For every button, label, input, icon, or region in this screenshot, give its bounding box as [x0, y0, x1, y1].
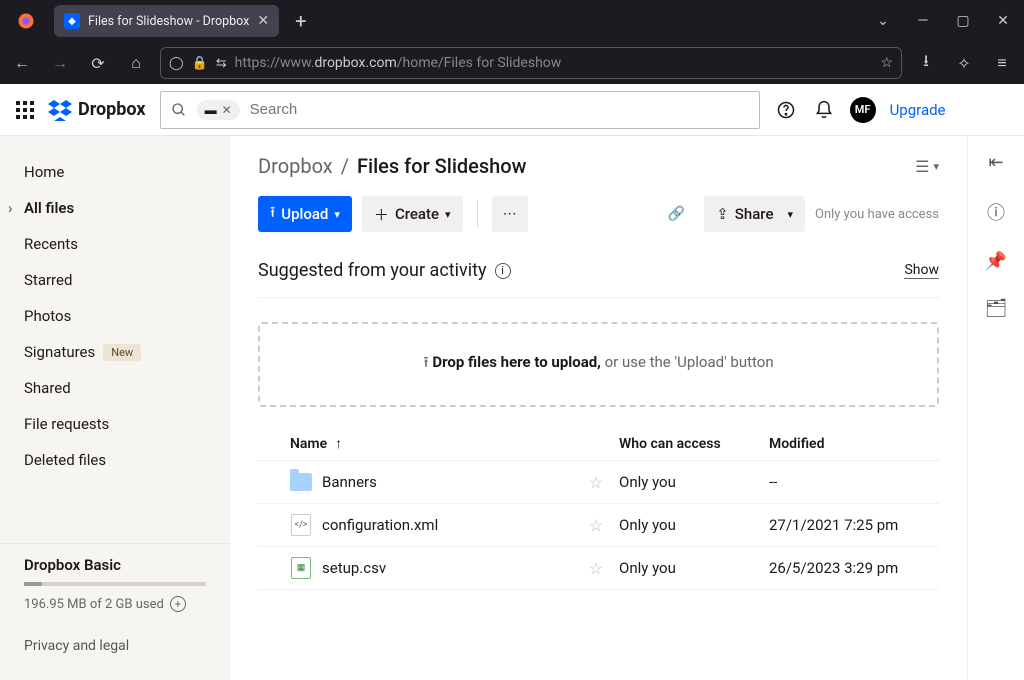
toolbar-divider — [477, 200, 478, 228]
sidebar-item-home[interactable]: Home — [0, 154, 230, 190]
suggested-title: Suggested from your activity — [258, 260, 487, 281]
search-input[interactable] — [240, 92, 759, 128]
pin-icon[interactable]: 📌 — [985, 251, 1007, 272]
sidebar: Home All files Recents Starred Photos Si… — [0, 136, 230, 680]
xml-file-icon: </> — [290, 514, 312, 536]
upgrade-link[interactable]: Upgrade — [890, 101, 946, 119]
collapse-panel-icon[interactable]: ⇤ — [988, 152, 1003, 173]
chevron-down-icon: ▾ — [334, 208, 340, 221]
close-window-button[interactable]: ✕ — [988, 13, 1018, 29]
csv-file-icon: ▦ — [290, 557, 312, 579]
shield-icon: ◯ — [169, 56, 184, 71]
star-icon[interactable]: ☆ — [589, 559, 603, 578]
search-bar[interactable]: ▬ ✕ — [160, 91, 760, 129]
app-menu-icon[interactable]: ≡ — [988, 49, 1016, 77]
apps-grid-icon[interactable] — [16, 101, 34, 119]
new-tab-button[interactable]: + — [287, 9, 314, 33]
extensions-icon[interactable]: ✧ — [950, 49, 978, 77]
browser-tab[interactable]: ◆ Files for Slideshow - Dropbox ✕ — [54, 5, 279, 37]
sidebar-item-recents[interactable]: Recents — [0, 226, 230, 262]
info-icon[interactable]: i — [495, 263, 511, 279]
sidebar-item-all-files[interactable]: All files — [0, 190, 230, 226]
reload-button[interactable]: ⟳ — [84, 49, 112, 77]
details-info-icon[interactable]: ⓘ — [987, 199, 1005, 225]
close-tab-icon[interactable]: ✕ — [257, 13, 269, 29]
column-name[interactable]: Name↑ — [258, 435, 619, 452]
permissions-icon: ⇆ — [216, 56, 227, 71]
table-header: Name↑ Who can access Modified — [258, 427, 939, 461]
share-icon: ⇪ — [716, 205, 729, 223]
search-scope-pill[interactable]: ▬ ✕ — [197, 100, 240, 120]
copy-link-button[interactable]: 🔗 — [658, 196, 694, 232]
upload-button[interactable]: ⭱ Upload ▾ — [258, 196, 352, 232]
sidebar-item-deleted-files[interactable]: Deleted files — [0, 442, 230, 478]
brand-text: Dropbox — [78, 99, 146, 120]
plan-name: Dropbox Basic — [24, 556, 206, 574]
sidebar-item-shared[interactable]: Shared — [0, 370, 230, 406]
dropbox-glyph-icon — [48, 98, 72, 122]
tabs-dropdown-icon[interactable]: ⌄ — [868, 13, 898, 29]
lock-icon: 🔒 — [192, 56, 208, 71]
storage-usage: 196.95 MB of 2 GB used — [24, 597, 164, 612]
notifications-icon[interactable] — [812, 98, 836, 122]
firefox-menu-button[interactable] — [6, 6, 46, 36]
dropbox-favicon: ◆ — [64, 13, 80, 29]
back-button[interactable]: ← — [8, 49, 36, 77]
add-storage-button[interactable]: + — [170, 596, 186, 612]
sort-asc-icon: ↑ — [335, 435, 342, 452]
chevron-down-icon: ▾ — [787, 208, 793, 221]
tab-title: Files for Slideshow - Dropbox — [88, 14, 249, 29]
downloads-icon[interactable]: ⭳ — [912, 49, 940, 77]
address-bar[interactable]: ◯ 🔒 ⇆ https://www.dropbox.com/home/Files… — [160, 47, 902, 79]
breadcrumb-sep: / — [341, 154, 349, 178]
search-icon — [161, 102, 197, 118]
breadcrumb-current: Files for Slideshow — [357, 154, 527, 178]
breadcrumb: Dropbox / Files for Slideshow ☰ ▾ — [258, 154, 939, 178]
avatar[interactable]: MF — [850, 97, 876, 123]
right-rail: ⇤ ⓘ 📌 🗂 — [968, 136, 1024, 680]
chevron-down-icon: ▾ — [445, 208, 451, 221]
sidebar-item-signatures[interactable]: SignaturesNew — [0, 334, 230, 370]
view-options-button[interactable]: ☰ ▾ — [915, 157, 939, 176]
clear-scope-icon[interactable]: ✕ — [222, 103, 232, 117]
folder-icon — [290, 471, 312, 493]
forward-button[interactable]: → — [46, 49, 74, 77]
new-badge: New — [103, 344, 141, 361]
bookmark-star-icon[interactable]: ☆ — [880, 55, 893, 71]
column-access[interactable]: Who can access — [619, 436, 769, 452]
sidebar-item-starred[interactable]: Starred — [0, 262, 230, 298]
sidebar-item-photos[interactable]: Photos — [0, 298, 230, 334]
star-icon[interactable]: ☆ — [589, 473, 603, 492]
dropbox-logo[interactable]: Dropbox — [48, 98, 146, 122]
create-button[interactable]: ＋ Create ▾ — [362, 196, 463, 232]
access-note: Only you have access — [815, 207, 939, 222]
show-suggested-button[interactable]: Show — [904, 262, 939, 279]
home-button[interactable]: ⌂ — [122, 49, 150, 77]
dropzone[interactable]: ⭱ Drop files here to upload, or use the … — [258, 322, 939, 407]
table-row[interactable]: </>configuration.xml ☆ Only you 27/1/202… — [258, 504, 939, 547]
upload-icon: ⭱ — [270, 202, 275, 227]
storage-bar — [24, 582, 206, 586]
more-actions-button[interactable]: ⋯ — [492, 196, 528, 232]
activity-icon[interactable]: 🗂 — [985, 298, 1008, 319]
folder-icon: ▬ — [205, 103, 217, 117]
help-icon[interactable] — [774, 98, 798, 122]
privacy-link[interactable]: Privacy and legal — [0, 624, 230, 668]
maximize-button[interactable]: ▢ — [948, 13, 978, 29]
share-button[interactable]: ⇪ Share ▾ — [704, 196, 805, 232]
table-row[interactable]: Banners ☆ Only you -- — [258, 461, 939, 504]
star-icon[interactable]: ☆ — [589, 516, 603, 535]
sidebar-item-file-requests[interactable]: File requests — [0, 406, 230, 442]
table-row[interactable]: ▦setup.csv ☆ Only you 26/5/2023 3:29 pm — [258, 547, 939, 590]
upload-cloud-icon: ⭱ — [423, 353, 428, 371]
minimize-button[interactable]: ― — [908, 13, 938, 29]
breadcrumb-root[interactable]: Dropbox — [258, 154, 333, 178]
url-text: https://www.dropbox.com/home/Files for S… — [235, 55, 873, 71]
plus-icon: ＋ — [374, 204, 389, 225]
column-modified[interactable]: Modified — [769, 436, 939, 452]
